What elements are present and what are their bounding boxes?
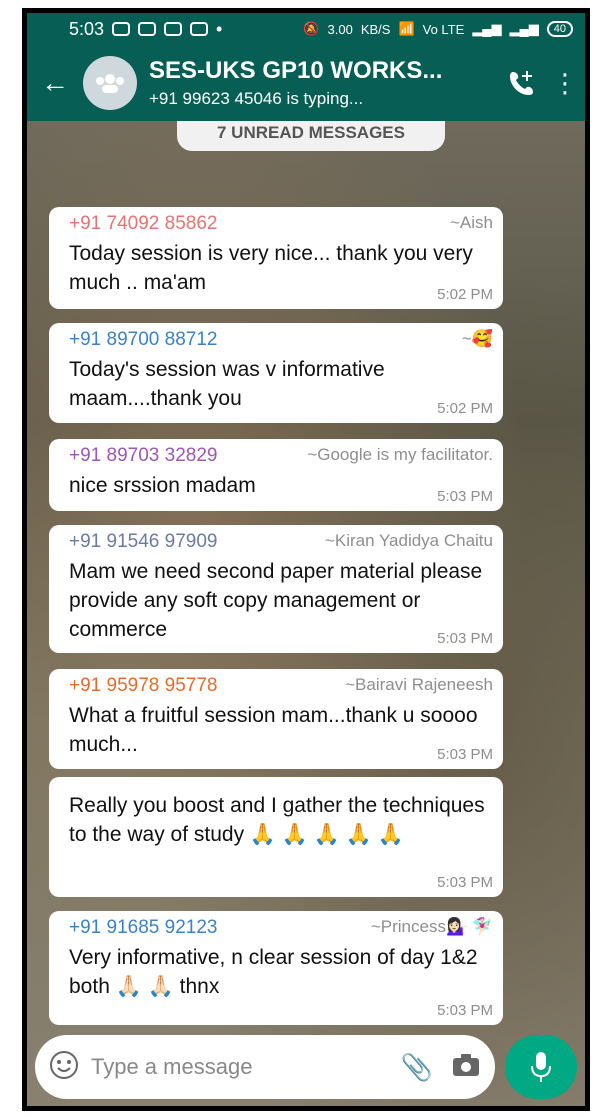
signal-icon: ▂▄▆ [472,21,502,36]
mic-button[interactable] [505,1035,577,1099]
mute-icon: 🔕 [303,21,320,36]
message-time: 5:03 PM [437,746,493,763]
message-time: 5:03 PM [437,874,493,891]
status-bar: 5:03 • 🔕 3.00 KB/S 📶 Vo LTE ▂▄▆ ▂▄▆ 40 [27,13,585,45]
phone-frame: 5:03 • 🔕 3.00 KB/S 📶 Vo LTE ▂▄▆ ▂▄▆ 40 ← [22,8,590,1111]
message-time: 5:03 PM [437,488,493,505]
add-call-icon[interactable] [499,68,545,98]
message-bubble[interactable]: +91 74092 85862 ~Aish Today session is v… [49,207,503,309]
group-avatar-icon[interactable] [83,56,137,110]
chat-header: ← SES-UKS GP10 WORKS... +91 99623 45046 … [27,45,585,121]
dot-icon: • [216,18,223,39]
message-text: Today's session was v informative maam..… [69,358,385,410]
speed-unit: KB/S [360,21,391,37]
battery-icon: 40 [546,21,573,37]
jio-icon [164,22,183,36]
sender-nick: ~Bairavi Rajeneesh [345,675,493,694]
message-time: 5:03 PM [437,1002,493,1019]
message-text: What a fruitful session mam...thank u so… [69,704,478,756]
sender-nick: ~Kiran Yadidya Chaitu [324,531,493,550]
facebook-icon [190,22,209,36]
attach-icon[interactable]: 📎 [401,1052,433,1083]
whatsapp-icon [112,22,131,36]
speed-value: 3.00 [327,21,353,37]
sender-nick: ~Aish [450,213,493,232]
message-bubble[interactable]: +91 91546 97909 ~Kiran Yadidya Chaitu Ma… [49,525,503,653]
camera-icon[interactable] [451,1052,481,1083]
message-bubble[interactable]: +91 91685 92123 ~Princess💁🏻‍♀️ 🧚🏻‍♀️ Ver… [49,911,503,1025]
status-time: 5:03 [69,18,105,39]
sender-nick: ~Princess💁🏻‍♀️ 🧚🏻‍♀️ [370,917,493,936]
sender-number[interactable]: +91 95978 95778 [69,675,217,697]
group-icon [96,74,124,93]
message-text: nice srssion madam [69,474,256,497]
message-time: 5:02 PM [437,400,493,417]
arrow-left-icon[interactable]: ← [27,67,81,99]
sender-number[interactable]: +91 89700 88712 [69,329,217,351]
sender-nick: ~🥰 [461,329,493,348]
message-input[interactable]: Type a message [91,1054,401,1080]
chat-area[interactable]: 7 UNREAD MESSAGES +91 74092 85862 ~Aish … [27,121,585,1106]
camera-shape [453,1053,479,1076]
message-bubble[interactable]: Really you boost and I gather the techni… [49,777,503,897]
sender-number[interactable]: +91 91685 92123 [69,917,217,939]
signal-icon-2: ▂▄▆ [509,21,539,36]
sender-number[interactable]: +91 89703 32829 [69,445,217,467]
message-bubble[interactable]: +91 95978 95778 ~Bairavi Rajeneesh What … [49,669,503,769]
phone-icon [510,71,533,95]
chat-info[interactable]: SES-UKS GP10 WORKS... +91 99623 45046 is… [149,57,499,109]
network-label: Vo LTE [422,21,465,37]
typing-status: +91 99623 45046 is typing... [149,89,364,108]
sender-number[interactable]: +91 91546 97909 [69,531,217,553]
unread-banner: 7 UNREAD MESSAGES [177,121,445,151]
message-bubble[interactable]: +91 89703 32829 ~Google is my facilitato… [49,439,503,511]
message-text: Today session is very nice... thank you … [69,242,473,294]
sender-nick: ~Google is my facilitator. [307,445,493,464]
message-composer[interactable]: Type a message 📎 [35,1035,495,1099]
sender-number[interactable]: +91 74092 85862 [69,213,217,235]
emoji-icon[interactable] [49,1050,79,1085]
smiley-icon [50,1050,78,1079]
wifi-icon: 📶 [398,21,415,36]
message-text: Very informative, n clear session of day… [69,946,478,998]
message-time: 5:02 PM [437,286,493,303]
mic-icon [531,1052,551,1082]
message-bubble[interactable]: +91 89700 88712 ~🥰 Today's session was v… [49,323,503,423]
message-icon [138,22,157,36]
more-vert-icon[interactable]: ⋮ [545,68,585,99]
chat-title: SES-UKS GP10 WORKS... [149,57,443,84]
message-time: 5:03 PM [437,630,493,647]
message-text: Really you boost and I gather the techni… [69,794,485,846]
message-text: Mam we need second paper material please… [69,560,483,641]
